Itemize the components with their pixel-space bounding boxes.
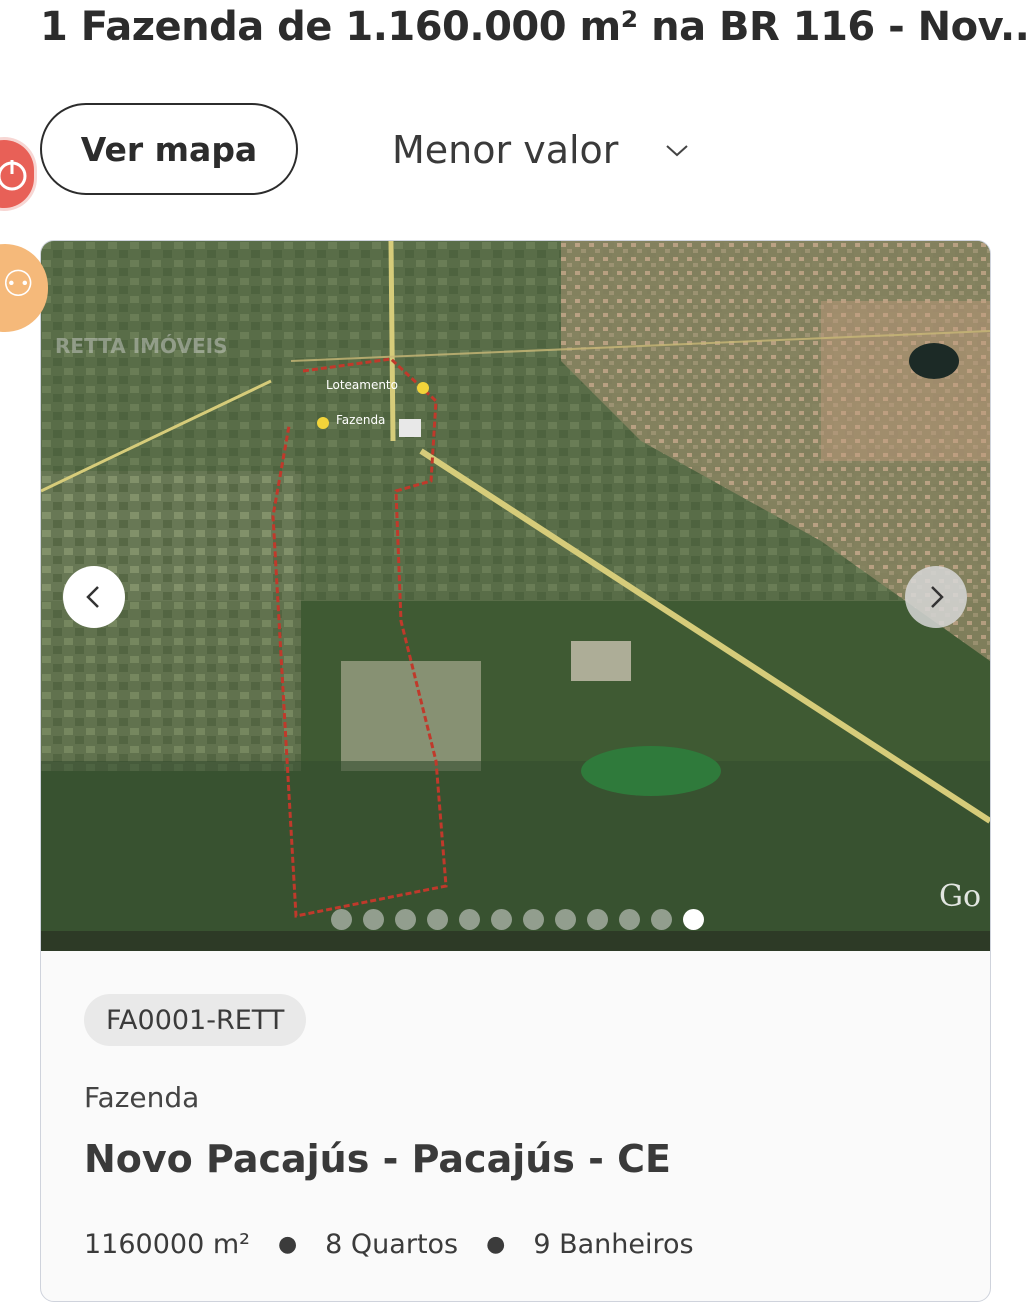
separator-dot: ●: [277, 1232, 298, 1257]
chevron-down-icon[interactable]: [663, 139, 691, 163]
listing-photo[interactable]: Loteamento Fazenda RETTA IMÓVEIS Go: [41, 241, 990, 951]
carousel-prev-button[interactable]: [63, 566, 125, 628]
carousel-dot[interactable]: [683, 909, 704, 930]
separator-dot: ●: [486, 1232, 506, 1257]
watermark: RETTA IMÓVEIS: [55, 334, 228, 358]
power-icon: [0, 160, 27, 191]
carousel-dot[interactable]: [363, 909, 384, 930]
map-label-fazenda: Fazenda: [336, 413, 385, 427]
accessibility-icon: ⚇: [2, 264, 35, 305]
power-fab[interactable]: [0, 140, 34, 208]
chevron-left-icon: [86, 586, 99, 608]
carousel-dot[interactable]: [555, 909, 576, 930]
listing-features: 1160000 m² ● 8 Quartos ● 9 Banheiros: [84, 1229, 694, 1260]
listing-card[interactable]: Loteamento Fazenda RETTA IMÓVEIS Go FA00…: [40, 240, 991, 1302]
chevron-right-icon: [931, 586, 944, 608]
sort-select[interactable]: Menor valor: [392, 122, 618, 178]
page-title: 1 Fazenda de 1.160.000 m² na BR 116 - No…: [40, 4, 1029, 50]
carousel-dot[interactable]: [395, 909, 416, 930]
map-corner-text: Go: [939, 879, 981, 914]
listing-code-badge: FA0001-RETT: [84, 994, 307, 1046]
carousel-dot[interactable]: [491, 909, 512, 930]
property-type: Fazenda: [84, 1081, 200, 1114]
feature-rooms: 8 Quartos: [325, 1229, 459, 1260]
carousel-dot[interactable]: [651, 909, 672, 930]
feature-area: 1160000 m²: [84, 1229, 250, 1260]
carousel-dot[interactable]: [619, 909, 640, 930]
carousel-dot[interactable]: [459, 909, 480, 930]
carousel-dots: [331, 909, 704, 930]
carousel-dot[interactable]: [523, 909, 544, 930]
map-button[interactable]: Ver mapa: [40, 103, 298, 195]
feature-baths: 9 Banheiros: [533, 1229, 694, 1260]
carousel-dot[interactable]: [427, 909, 448, 930]
carousel-next-button[interactable]: [905, 566, 967, 628]
listing-location[interactable]: Novo Pacajús - Pacajús - CE: [84, 1137, 671, 1181]
carousel-dot[interactable]: [587, 909, 608, 930]
carousel-dot[interactable]: [331, 909, 352, 930]
map-label-loteamento: Loteamento: [326, 378, 398, 392]
